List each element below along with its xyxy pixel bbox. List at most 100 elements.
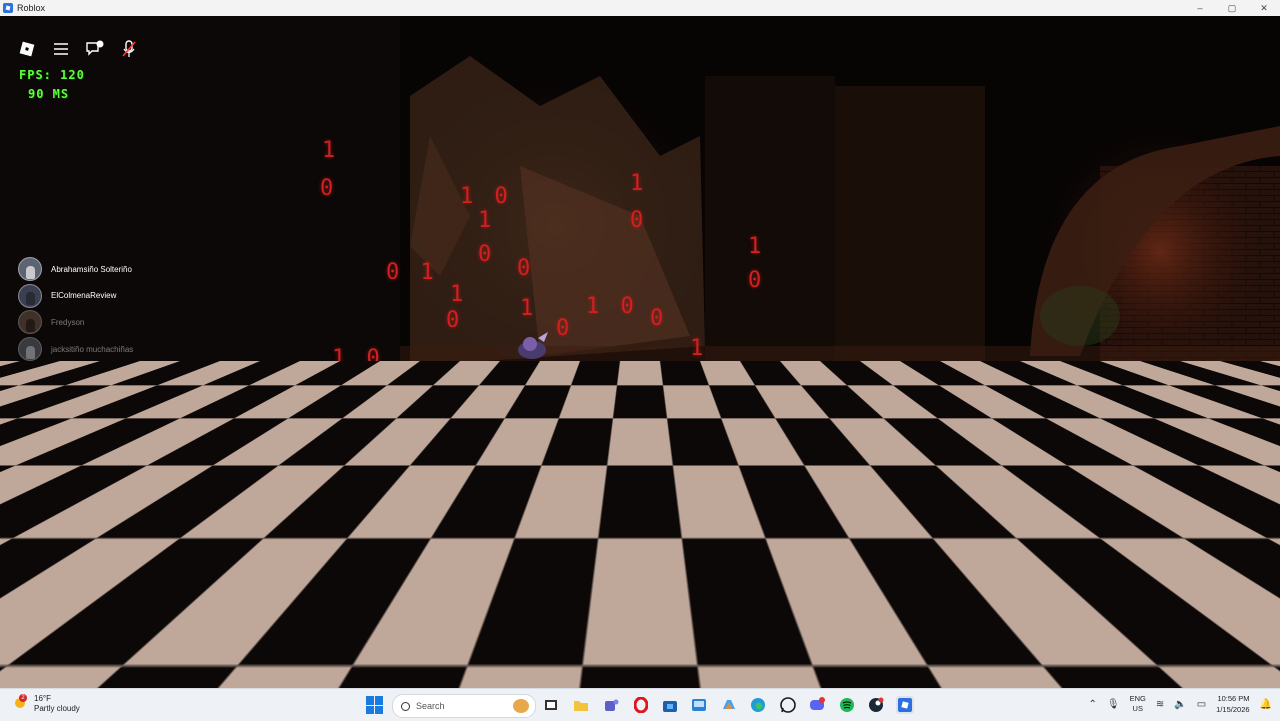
player-name: jacksitiño muchachiñas — [51, 344, 134, 354]
server-version: SERVER VERSION:11754 — [1, 663, 102, 672]
avatar — [18, 363, 42, 388]
close-button[interactable]: ✕ — [1248, 0, 1280, 16]
binary-glyph: 0 — [630, 208, 648, 233]
chevron-up-icon[interactable]: ⌃ — [1089, 699, 1097, 710]
search-icon — [401, 701, 410, 711]
weather-condition: Partly cloudy — [34, 704, 80, 713]
avatar — [18, 390, 42, 415]
player-list: Abrahamsiño Solteriño ElColmenaReview Fr… — [18, 256, 133, 416]
settings-icon[interactable] — [690, 696, 708, 714]
server-status: (OUTDATED SERVER) — [9, 673, 95, 682]
binary-glyph: 1 — [748, 234, 766, 259]
binary-glyph: 0 — [446, 308, 464, 333]
roblox-app-icon — [3, 3, 13, 13]
menu-icon[interactable] — [48, 36, 74, 62]
player-list-item[interactable]: Miko DBD — [18, 389, 133, 416]
teams-icon[interactable] — [602, 696, 620, 714]
binary-glyph: 0 — [548, 434, 566, 459]
windows-taskbar: 2 16°F Partly cloudy Search ⌃ 🎙 ENG US ≋… — [0, 688, 1280, 721]
search-placeholder: Search — [416, 701, 445, 711]
binary-glyph: 0 1 — [414, 456, 466, 481]
wifi-icon[interactable]: ≋ — [1156, 699, 1164, 710]
clock-date: 1/15/2026 — [1216, 705, 1250, 714]
discord-icon[interactable] — [808, 696, 826, 714]
microphone-muted-icon[interactable] — [116, 36, 142, 62]
opera-icon[interactable] — [632, 696, 650, 714]
binary-glyph: 1 — [630, 171, 648, 196]
performance-stats: FPS: 120 90 MS — [19, 66, 85, 104]
binary-glyph: 1 0 — [332, 346, 384, 371]
notification-bell-icon[interactable]: 🔔 — [1260, 699, 1272, 710]
player-tag-label: DBD — [82, 397, 100, 407]
binary-glyph: 1 — [690, 336, 708, 361]
checkered-floor — [0, 361, 1280, 688]
clock-time: 10:56 PM — [1217, 694, 1250, 703]
language-code: ENG — [1129, 694, 1146, 703]
window-controls: – ▢ ✕ — [1184, 0, 1280, 16]
player-character — [518, 332, 548, 359]
start-button[interactable] — [366, 696, 384, 714]
tag-icon — [73, 398, 81, 406]
steam-icon[interactable] — [867, 696, 885, 714]
binary-glyph: 1 — [322, 138, 340, 163]
region-code: US — [1132, 704, 1143, 713]
edge-icon[interactable] — [749, 696, 767, 714]
player-tag: DBD — [73, 397, 100, 407]
fps-readout: FPS: 120 — [19, 68, 85, 82]
avatar — [18, 310, 42, 335]
player-list-item[interactable]: jacksitiño muchachiñas — [18, 336, 133, 363]
roblox-hud-buttons — [14, 36, 142, 62]
player-name: Miko — [51, 397, 68, 407]
spotify-icon[interactable] — [838, 696, 856, 714]
file-explorer-icon[interactable] — [572, 696, 590, 714]
binary-glyph: 1 — [520, 296, 538, 321]
language-indicator[interactable]: ENG US — [1130, 694, 1146, 714]
search-highlight-icon — [513, 699, 529, 713]
battery-icon[interactable]: ▭ — [1197, 699, 1206, 710]
binary-glyph: 0 — [650, 306, 668, 331]
player-list-item[interactable]: Abrahamsiño Solteriño — [18, 256, 133, 283]
ping-readout: 90 MS — [28, 87, 70, 101]
game-viewport[interactable]: 1 0 1 0 1 0 1 0 0 0 1 1 0 1 0 0 1 1 0 1 … — [0, 16, 1280, 688]
weather-widget[interactable]: 2 16°F Partly cloudy — [12, 694, 80, 714]
avatar — [18, 337, 42, 362]
player-name: ElColmenaReview — [51, 291, 117, 301]
player-name: Fredyson — [51, 317, 85, 327]
window-title-bar: Roblox – ▢ ✕ — [0, 0, 1280, 16]
copilot-icon[interactable] — [720, 696, 738, 714]
binary-glyph: 0 — [478, 242, 496, 267]
roblox-icon[interactable] — [896, 696, 914, 714]
volume-icon[interactable]: 🔈 — [1174, 699, 1186, 710]
clock[interactable]: 10:56 PM 1/15/2026 — [1216, 693, 1249, 715]
maximize-button[interactable]: ▢ — [1216, 0, 1248, 16]
binary-glyph: 0 1 — [386, 260, 438, 285]
player-list-item[interactable]: Fredyson — [18, 309, 133, 336]
binary-glyph: 0 1 0 — [480, 394, 567, 419]
player-name: Abrahamsiño Solteriño — [51, 264, 132, 274]
whatsapp-icon[interactable] — [779, 696, 797, 714]
microphone-icon[interactable]: 🎙 — [1107, 699, 1120, 710]
binary-glyph: 1 — [450, 282, 468, 307]
avatar — [18, 283, 42, 308]
binary-glyph: 0 — [748, 268, 766, 293]
taskbar-search[interactable]: Search — [392, 694, 536, 718]
avatar — [18, 257, 42, 282]
chat-icon[interactable] — [82, 36, 108, 62]
weather-alert-badge: 2 — [19, 694, 27, 702]
player-list-item[interactable]: Latiño saladiño — [18, 362, 133, 389]
server-version-info: SERVER VERSION:11754 (OUTDATED SERVER) — [1, 663, 101, 683]
partly-cloudy-icon: 2 — [12, 694, 28, 712]
system-tray: ⌃ 🎙 ENG US ≋ 🔈 ▭ 10:56 PM 1/15/2026 🔔 — [1089, 693, 1272, 715]
store-icon[interactable] — [661, 696, 679, 714]
task-view-icon[interactable] — [542, 696, 560, 714]
player-list-item[interactable]: ElColmenaReview — [18, 283, 133, 310]
player-name: Latiño saladiño — [51, 371, 105, 381]
window-title: Roblox — [17, 3, 46, 13]
minimize-button[interactable]: – — [1184, 0, 1216, 16]
binary-glyph: 0 — [517, 256, 535, 281]
roblox-logo-icon[interactable] — [14, 36, 40, 62]
binary-glyph: 1 0 — [586, 294, 638, 319]
binary-glyph: 1 0 — [460, 184, 512, 209]
crosshair-cursor — [748, 448, 754, 454]
weather-temperature: 16°F — [34, 694, 51, 703]
